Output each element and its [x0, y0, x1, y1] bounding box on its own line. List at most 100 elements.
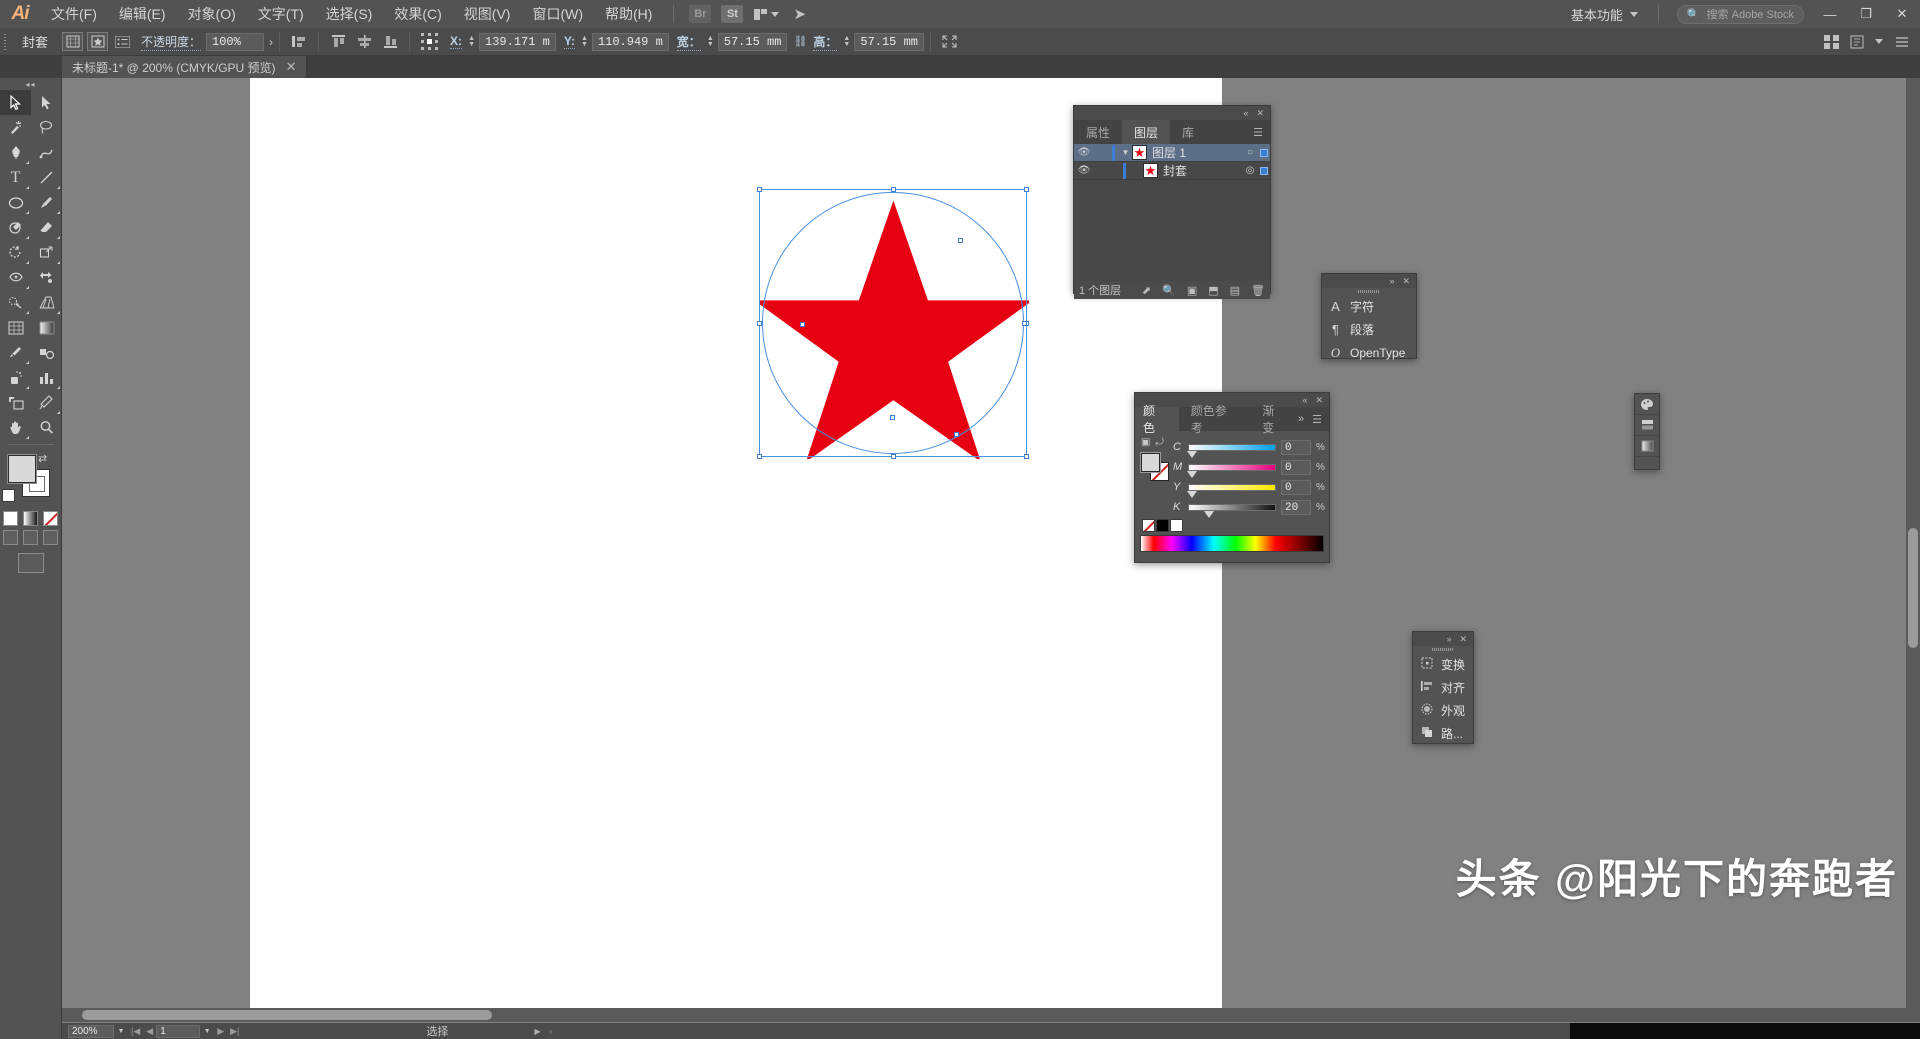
menu-type[interactable]: 文字(T) [247, 0, 315, 28]
free-transform-tool[interactable] [31, 265, 62, 290]
stock-search-input[interactable]: 🔍 搜索 Adobe Stock [1677, 5, 1804, 24]
color-dock[interactable] [1634, 393, 1660, 470]
type-panel-grip[interactable] [1322, 288, 1416, 295]
transform-each-icon[interactable] [939, 32, 961, 52]
tab-color-guide[interactable]: 颜色参考 [1179, 407, 1251, 431]
create-new-layer-icon[interactable]: ▤ [1230, 284, 1240, 297]
close-icon[interactable]: ✕ [286, 59, 297, 75]
horizontal-scrollbar[interactable] [62, 1008, 1920, 1022]
control-bar-grip[interactable] [0, 28, 10, 56]
vertical-scrollbar[interactable] [1906, 78, 1920, 1008]
curvature-tool[interactable] [31, 140, 62, 165]
expand-icon[interactable]: » [1446, 634, 1451, 644]
opacity-control[interactable]: 不透明度： 100% › [141, 33, 273, 51]
envelope-object-icon[interactable] [87, 32, 108, 51]
layers-panel[interactable]: « ✕ 属性 图层 库 ☰ 👁 ▼ ★ 图层 1 ○ 👁 [1073, 105, 1271, 294]
type-panel-titlebar[interactable]: » ✕ [1322, 274, 1416, 288]
y-stepper[interactable]: ▲▼ [579, 33, 590, 51]
menu-help[interactable]: 帮助(H) [594, 0, 663, 28]
panel-transform[interactable]: 变换 [1413, 653, 1473, 676]
tab-color[interactable]: 颜色 [1135, 407, 1179, 431]
stock-button[interactable]: St [721, 5, 743, 23]
symbol-sprayer-tool[interactable] [0, 365, 31, 390]
layer-name[interactable]: 封套 [1163, 162, 1243, 179]
slider-track-m[interactable] [1188, 464, 1276, 471]
minimize-button[interactable]: — [1812, 0, 1848, 28]
artboard-tool[interactable] [0, 390, 31, 415]
document-setup-icon[interactable] [1846, 32, 1867, 51]
magic-wand-tool[interactable] [0, 115, 31, 140]
canvas-area[interactable]: 头条 @阳光下的奔跑者 [62, 78, 1920, 1023]
panel-pathfinder[interactable]: 路... [1413, 722, 1473, 745]
bridge-button[interactable]: Br [689, 5, 711, 23]
fill-swatch[interactable] [1141, 453, 1160, 472]
opacity-flyout-icon[interactable]: › [269, 35, 273, 49]
artboard-number-input[interactable]: 1 [156, 1025, 200, 1038]
align-bottom-icon[interactable] [379, 32, 401, 52]
handle-top-right[interactable] [1024, 187, 1029, 192]
align-top-icon[interactable] [327, 32, 349, 52]
tab-layers[interactable]: 图层 [1122, 120, 1170, 144]
shaper-tool[interactable] [0, 215, 31, 240]
type-tool[interactable]: T [0, 165, 31, 190]
color-spectrum-ramp[interactable] [1140, 535, 1324, 552]
opacity-input[interactable]: 100% [206, 33, 264, 51]
gradient-tool[interactable] [31, 315, 62, 340]
lasso-tool[interactable] [31, 115, 62, 140]
anchor-point-top[interactable] [958, 238, 963, 243]
layers-panel-titlebar[interactable]: « ✕ [1074, 106, 1270, 120]
chevron-down-icon[interactable] [1875, 39, 1883, 44]
link-proportions-icon[interactable]: ⛓ [793, 35, 807, 48]
selection-tool[interactable] [0, 90, 31, 115]
document-tab[interactable]: 未标题-1* @ 200% (CMYK/GPU 预览) ✕ [62, 56, 307, 78]
slider-knob-c[interactable] [1187, 451, 1197, 458]
x-input[interactable]: 139.171 m [479, 33, 556, 51]
zoom-tool[interactable] [31, 415, 62, 440]
chevron-down-icon[interactable]: ▼ [1119, 148, 1132, 157]
target-indicator[interactable]: ◎ [1243, 165, 1257, 176]
channel-input-c[interactable]: 0 [1281, 440, 1311, 455]
slider-knob-m[interactable] [1187, 471, 1197, 478]
align-left-icon[interactable] [288, 32, 310, 52]
y-input[interactable]: 110.949 m [592, 33, 669, 51]
vertical-scroll-thumb[interactable] [1908, 528, 1918, 648]
workspace-switcher[interactable]: 基本功能 [1561, 5, 1648, 24]
anchor-point-bottom-right[interactable] [954, 432, 959, 437]
envelope-mesh-icon[interactable] [62, 32, 83, 51]
width-stepper[interactable]: ▲▼ [705, 33, 716, 51]
handle-bottom-left[interactable] [757, 454, 762, 459]
handle-top-left[interactable] [757, 187, 762, 192]
gradient-fill-button[interactable] [23, 511, 38, 526]
screen-mode-button[interactable] [18, 553, 44, 573]
column-graph-tool[interactable] [31, 365, 62, 390]
perspective-grid-tool[interactable] [31, 290, 62, 315]
collapse-icon[interactable]: « [1302, 395, 1307, 405]
handle-bottom-right[interactable] [1024, 454, 1029, 459]
panel-paragraph[interactable]: ¶ 段落 [1322, 318, 1416, 341]
width-tool[interactable] [0, 265, 31, 290]
paintbrush-tool[interactable] [31, 190, 62, 215]
draw-inside-button[interactable] [43, 530, 58, 545]
color-panel[interactable]: « ✕ 颜色 颜色参考 渐变 » ☰ ▣ ⤾ [1134, 392, 1330, 563]
draw-normal-button[interactable] [3, 530, 18, 545]
slice-tool[interactable] [31, 390, 62, 415]
visibility-icon[interactable]: 👁 [1074, 147, 1094, 158]
eraser-tool[interactable] [31, 215, 62, 240]
make-clipping-mask-icon[interactable]: ▣ [1187, 284, 1197, 297]
tab-libraries[interactable]: 库 [1170, 120, 1206, 144]
target-indicator[interactable]: ○ [1243, 147, 1257, 158]
panel-align[interactable]: 对齐 [1413, 676, 1473, 699]
arrange-documents-button[interactable] [754, 9, 779, 20]
anchor-point-bottom-left[interactable] [890, 415, 895, 420]
close-icon[interactable]: ✕ [1315, 395, 1323, 406]
reference-point-icon[interactable] [418, 32, 440, 52]
search-icon[interactable]: 🔍 [1162, 284, 1176, 297]
swatch-black[interactable] [1156, 519, 1169, 532]
utility-panels-dock[interactable]: » ✕ 变换 对齐 外观 路... [1412, 631, 1474, 744]
send-icon[interactable]: ➤ [793, 5, 806, 23]
fill-swatch[interactable] [8, 455, 36, 483]
channel-input-k[interactable]: 20 [1281, 500, 1311, 515]
slider-knob-k[interactable] [1204, 511, 1214, 518]
menu-file[interactable]: 文件(F) [40, 0, 108, 28]
color-panel-menu-icon[interactable]: ☰ [1312, 413, 1322, 426]
